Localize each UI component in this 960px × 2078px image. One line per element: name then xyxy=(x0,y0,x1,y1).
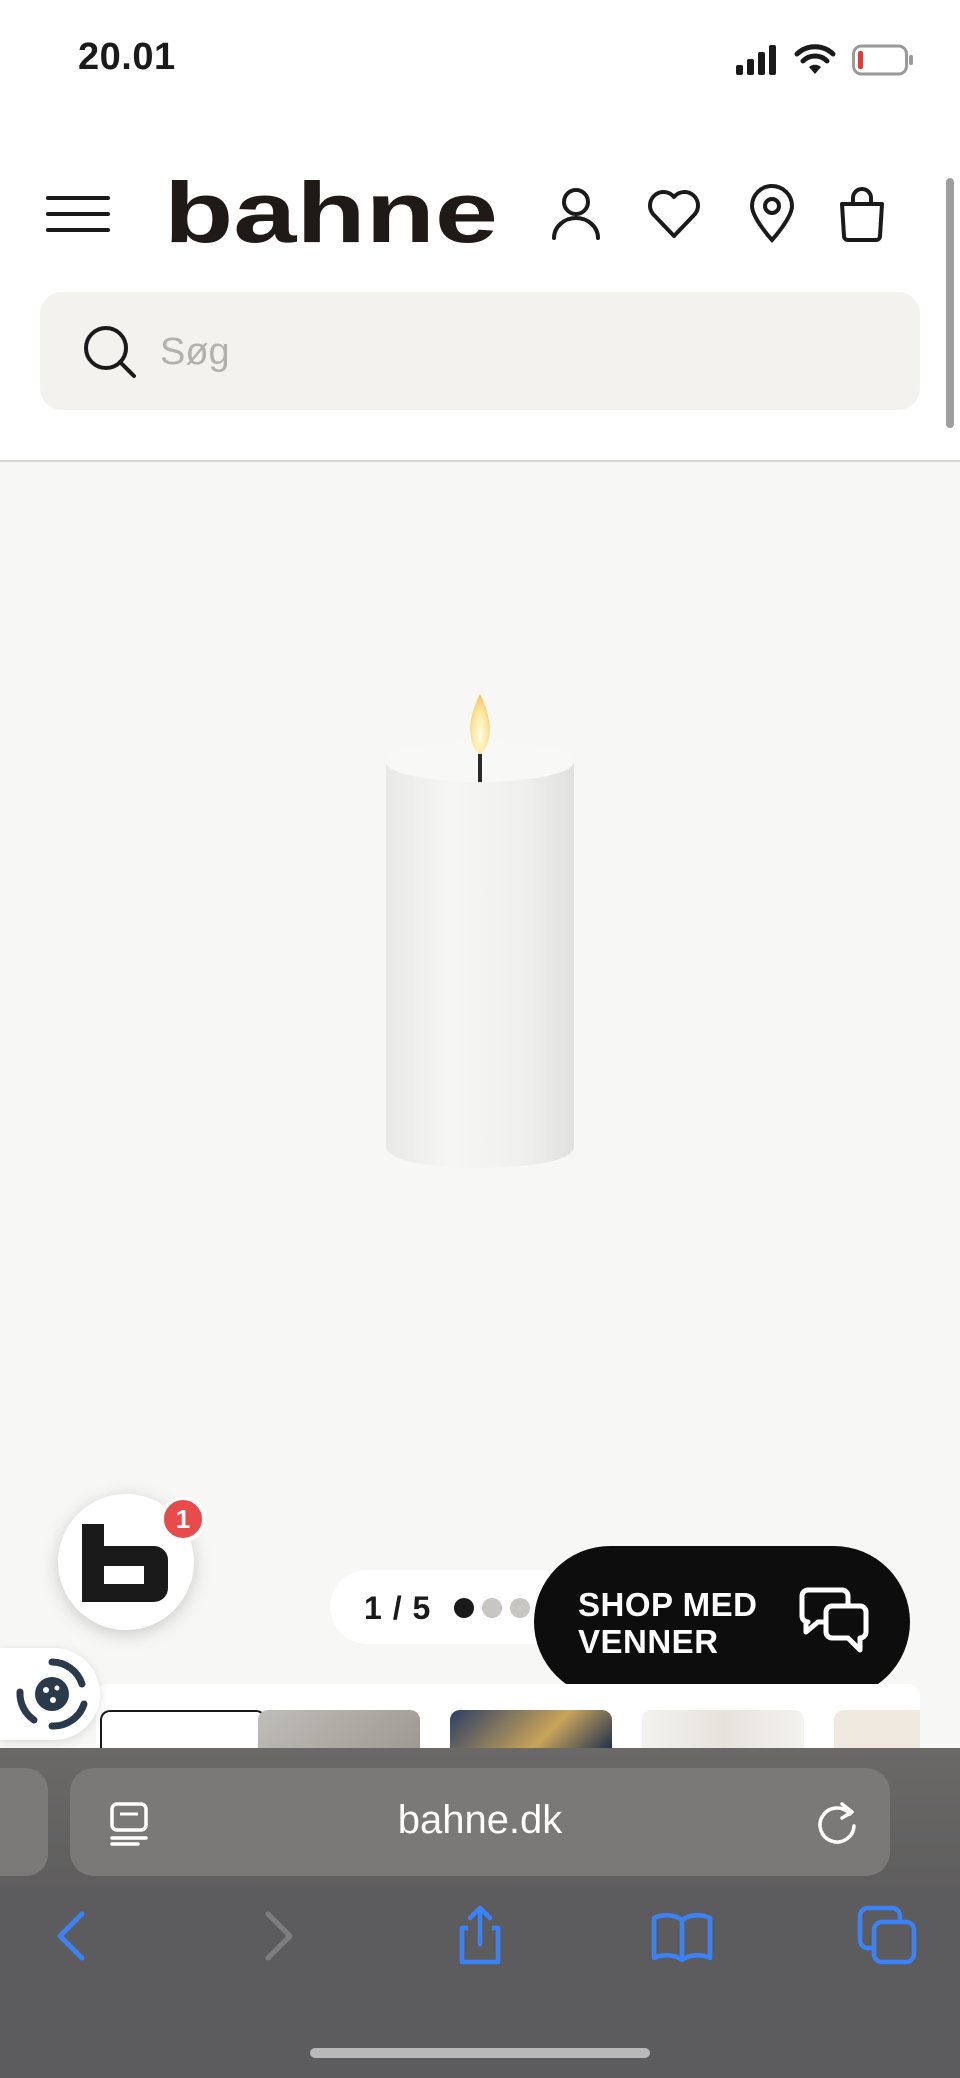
pager-dot[interactable] xyxy=(482,1598,502,1618)
pager-count: 1 / 5 xyxy=(364,1590,432,1626)
bookmarks-icon[interactable] xyxy=(650,1904,714,1968)
thumbnail-1[interactable] xyxy=(100,1710,266,1748)
thumbnail-strip[interactable] xyxy=(96,1684,920,1748)
account-icon[interactable] xyxy=(546,184,606,244)
search-input[interactable] xyxy=(158,318,882,386)
search-icon xyxy=(84,326,136,378)
pager-dot[interactable] xyxy=(510,1598,530,1618)
bahne-logo[interactable]: bahne xyxy=(164,180,500,252)
wifi-icon xyxy=(794,44,836,74)
status-icons xyxy=(736,44,914,76)
shop-with-friends-button[interactable]: SHOP MED VENNER xyxy=(534,1546,910,1698)
thumbnail-4[interactable] xyxy=(642,1710,804,1748)
thumbnail-2[interactable] xyxy=(258,1710,420,1748)
svg-text:bahne: bahne xyxy=(164,180,498,252)
status-time: 20.01 xyxy=(78,36,176,78)
back-icon[interactable] xyxy=(40,1904,104,1968)
pager-dot-active[interactable] xyxy=(454,1598,474,1618)
home-indicator[interactable] xyxy=(310,2048,650,2058)
address-area: bahne.dk xyxy=(0,1748,960,1888)
shop-with-friends-label: SHOP MED VENNER xyxy=(578,1586,758,1660)
wishlist-icon[interactable] xyxy=(644,184,704,244)
previous-tab-preview[interactable] xyxy=(0,1768,48,1876)
address-bar[interactable]: bahne.dk xyxy=(70,1768,890,1876)
product-image-candle[interactable] xyxy=(370,690,590,1170)
battery-low-icon xyxy=(852,44,913,76)
scroll-indicator xyxy=(946,178,954,428)
store-locator-icon[interactable] xyxy=(742,184,802,244)
menu-icon[interactable] xyxy=(46,188,110,240)
forward-icon[interactable] xyxy=(246,1904,310,1968)
thumbnail-3[interactable] xyxy=(450,1710,612,1748)
tabs-icon[interactable] xyxy=(856,1904,920,1968)
reload-icon[interactable] xyxy=(814,1798,860,1846)
thumbnail-5[interactable] xyxy=(834,1710,920,1748)
signal-icon xyxy=(736,45,776,75)
url-text: bahne.dk xyxy=(397,1798,563,1842)
search-bar[interactable] xyxy=(40,292,920,410)
site-header: bahne xyxy=(0,170,960,290)
share-icon[interactable] xyxy=(448,1904,512,1968)
chat-bubbles-icon xyxy=(799,1587,869,1653)
browser-chrome: bahne.dk xyxy=(0,1748,960,2078)
cookie-settings-button[interactable] xyxy=(0,1648,100,1740)
bag-icon[interactable] xyxy=(832,184,892,244)
cookie-icon xyxy=(16,1658,88,1730)
status-bar: 20.01 xyxy=(0,0,960,120)
notification-badge: 1 xyxy=(160,1496,206,1542)
